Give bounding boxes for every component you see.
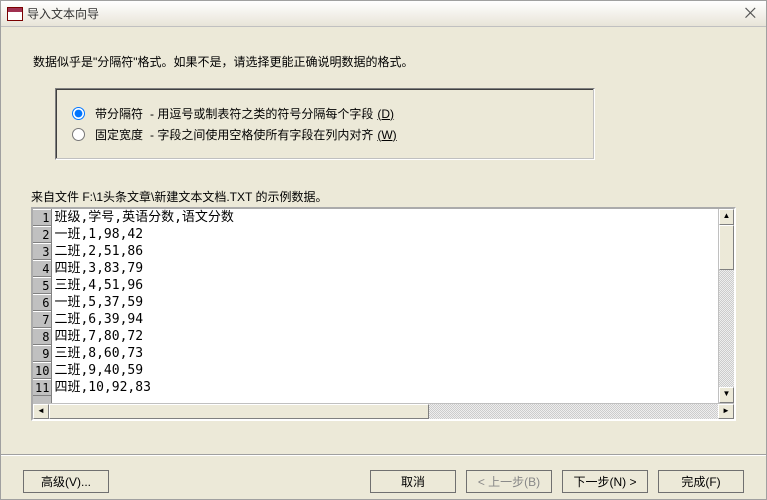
scroll-up-icon[interactable]: ▲ [719,209,734,225]
content-area: 数据似乎是"分隔符"格式。如果不是，请选择更能正确说明数据的格式。 带分隔符 -… [1,27,766,455]
scroll-left-icon[interactable]: ◄ [33,404,49,419]
radio-delimited-input[interactable] [72,107,85,120]
data-preview: 1234567891011 班级,学号,英语分数,语文分数一班,1,98,42二… [31,207,736,421]
line-number-gutter: 1234567891011 [33,209,52,403]
preview-line: 二班,2,51,86 [54,243,718,260]
format-option-group: 带分隔符 - 用逗号或制表符之类的符号分隔每个字段 (D) 固定宽度 - 字段之… [55,88,595,160]
vscroll-thumb[interactable] [719,225,734,270]
line-number: 7 [33,311,51,328]
button-bar: 高级(V)... 取消 < 上一步(B) 下一步(N) > 完成(F) [1,455,766,499]
preview-lines: 班级,学号,英语分数,语文分数一班,1,98,42二班,2,51,86四班,3,… [52,209,718,403]
preview-line: 四班,10,92,83 [54,379,718,396]
scroll-right-icon[interactable]: ► [718,404,734,419]
radio-fixed-accel: (W) [377,128,396,142]
preview-line: 班级,学号,英语分数,语文分数 [54,209,718,226]
horizontal-scrollbar[interactable]: ◄ ► [33,403,734,419]
back-button[interactable]: < 上一步(B) [466,470,552,493]
line-number: 4 [33,260,51,277]
line-number: 9 [33,345,51,362]
wizard-window: 导入文本向导 ⨉ 数据似乎是"分隔符"格式。如果不是，请选择更能正确说明数据的格… [0,0,767,500]
advanced-button[interactable]: 高级(V)... [23,470,109,493]
cancel-button[interactable]: 取消 [370,470,456,493]
preview-line: 二班,6,39,94 [54,311,718,328]
radio-delimited-desc: - 用逗号或制表符之类的符号分隔每个字段 [150,105,373,122]
radio-delimited[interactable]: 带分隔符 - 用逗号或制表符之类的符号分隔每个字段 (D) [72,105,578,122]
titlebar: 导入文本向导 ⨉ [1,1,766,27]
radio-delimited-accel: (D) [377,107,394,121]
radio-fixed-desc: - 字段之间使用空格使所有字段在列内对齐 [150,126,373,143]
preview-line: 一班,1,98,42 [54,226,718,243]
preview-line: 一班,5,37,59 [54,294,718,311]
line-number: 2 [33,226,51,243]
preview-line: 四班,7,80,72 [54,328,718,345]
preview-line: 四班,3,83,79 [54,260,718,277]
vscroll-track[interactable] [719,225,734,387]
instruction-text: 数据似乎是"分隔符"格式。如果不是，请选择更能正确说明数据的格式。 [33,53,736,70]
app-icon [7,7,23,21]
radio-fixed-input[interactable] [72,128,85,141]
scroll-down-icon[interactable]: ▼ [719,387,734,403]
radio-delimited-label: 带分隔符 [95,105,143,122]
source-file-label: 来自文件 F:\1头条文章\新建文本文档.TXT 的示例数据。 [31,188,736,205]
hscroll-track[interactable] [49,404,718,419]
line-number: 6 [33,294,51,311]
radio-fixed[interactable]: 固定宽度 - 字段之间使用空格使所有字段在列内对齐 (W) [72,126,578,143]
preview-body: 1234567891011 班级,学号,英语分数,语文分数一班,1,98,42二… [33,209,718,403]
radio-fixed-label: 固定宽度 [95,126,143,143]
line-number: 1 [33,209,51,226]
hscroll-thumb[interactable] [49,404,429,419]
next-button[interactable]: 下一步(N) > [562,470,648,493]
line-number: 3 [33,243,51,260]
finish-button[interactable]: 完成(F) [658,470,744,493]
line-number: 8 [33,328,51,345]
vertical-scrollbar[interactable]: ▲ ▼ [718,209,734,403]
line-number: 11 [33,379,51,396]
preview-line: 三班,8,60,73 [54,345,718,362]
line-number: 5 [33,277,51,294]
preview-line: 三班,4,51,96 [54,277,718,294]
close-icon[interactable]: ⨉ [741,5,760,22]
line-number: 10 [33,362,51,379]
window-title: 导入文本向导 [27,5,99,22]
preview-line: 二班,9,40,59 [54,362,718,379]
